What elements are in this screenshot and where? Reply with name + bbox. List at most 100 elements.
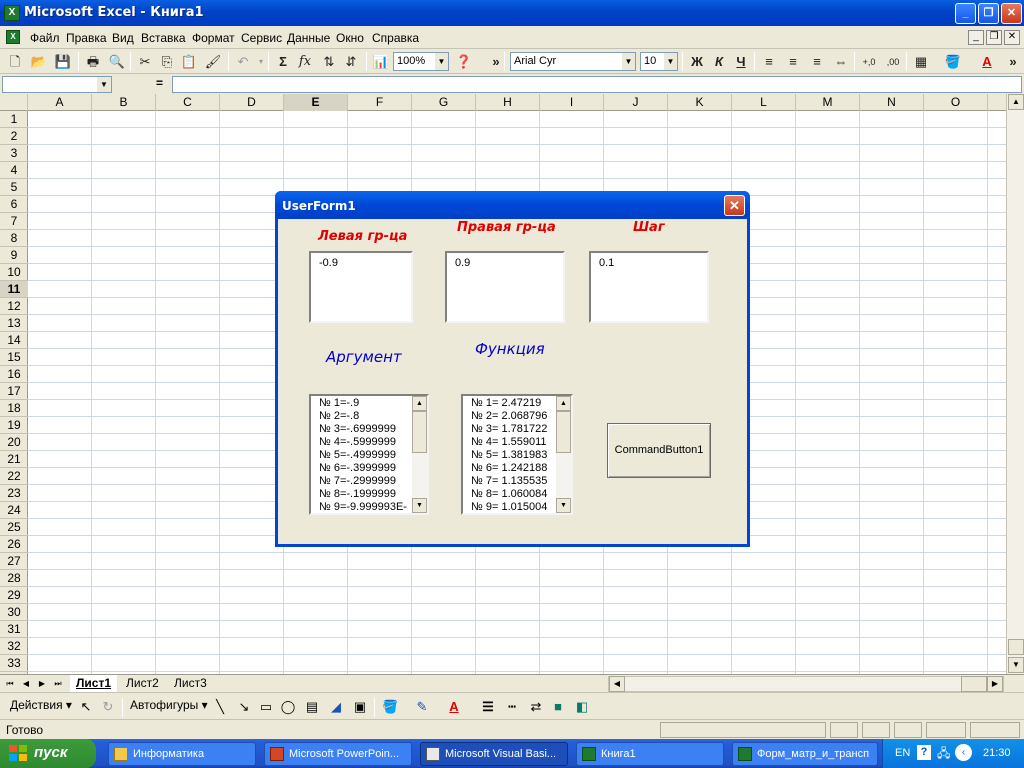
- row-header[interactable]: 20: [0, 434, 28, 451]
- function-list-item[interactable]: № 6= 1.242188: [471, 462, 547, 475]
- step-textbox[interactable]: 0.1: [589, 251, 709, 323]
- row-header[interactable]: 30: [0, 604, 28, 621]
- menu-file[interactable]: Файл: [30, 31, 60, 45]
- doc-minimize-button[interactable]: _: [968, 30, 984, 45]
- userform-titlebar[interactable]: UserForm1 ✕: [275, 191, 750, 219]
- task-kniga1[interactable]: Книга1: [576, 742, 724, 766]
- column-header[interactable]: N: [860, 94, 924, 111]
- rectangle-icon[interactable]: ▭: [258, 699, 274, 715]
- wordart-icon[interactable]: ◢: [328, 699, 344, 715]
- row-header[interactable]: 5: [0, 179, 28, 196]
- chevron-down-icon[interactable]: ▼: [622, 53, 635, 70]
- decrease-decimal-icon[interactable]: ,00: [884, 53, 902, 71]
- argument-list-item[interactable]: № 2=-.8: [319, 410, 407, 423]
- scroll-down-icon[interactable]: ▼: [1008, 657, 1024, 673]
- scroll-up-icon[interactable]: ▲: [412, 396, 427, 411]
- toolbar-overflow-icon[interactable]: »: [1004, 53, 1022, 71]
- row-header[interactable]: 19: [0, 417, 28, 434]
- function-list-item[interactable]: № 1= 2.47219: [471, 397, 547, 410]
- row-header[interactable]: 12: [0, 298, 28, 315]
- font-size-select[interactable]: 10 ▼: [640, 52, 678, 71]
- align-left-icon[interactable]: ≡: [760, 53, 778, 71]
- row-header[interactable]: 25: [0, 519, 28, 536]
- row-header[interactable]: 9: [0, 247, 28, 264]
- dash-style-icon[interactable]: ┅: [504, 699, 520, 715]
- scroll-down-icon[interactable]: ▼: [412, 498, 427, 513]
- open-icon[interactable]: 📂: [30, 53, 48, 71]
- preview-icon[interactable]: 🔍: [108, 53, 126, 71]
- function-list-item[interactable]: № 8= 1.060084: [471, 488, 547, 501]
- line-icon[interactable]: ╲: [212, 699, 228, 715]
- row-header[interactable]: 4: [0, 162, 28, 179]
- font-color-icon[interactable]: A: [446, 699, 462, 715]
- row-header[interactable]: 31: [0, 621, 28, 638]
- column-header[interactable]: O: [924, 94, 988, 111]
- row-header[interactable]: 32: [0, 638, 28, 655]
- menu-edit[interactable]: Правка: [66, 31, 107, 45]
- autosum-icon[interactable]: Σ: [274, 53, 292, 71]
- save-icon[interactable]: 💾: [54, 53, 72, 71]
- scroll-thumb[interactable]: [412, 411, 427, 453]
- font-color-icon[interactable]: A: [978, 53, 996, 71]
- sort-descending-icon[interactable]: ⇵: [342, 53, 360, 71]
- column-header[interactable]: H: [476, 94, 540, 111]
- argument-list-item[interactable]: № 1=-.9: [319, 397, 407, 410]
- help-icon[interactable]: ?: [917, 745, 931, 760]
- network-icon[interactable]: 🖧: [937, 744, 950, 765]
- row-header[interactable]: 29: [0, 587, 28, 604]
- row-header[interactable]: 33: [0, 655, 28, 672]
- minimize-button[interactable]: _: [955, 3, 976, 24]
- argument-list-item[interactable]: № 3=-.6999999: [319, 423, 407, 436]
- row-header[interactable]: 13: [0, 315, 28, 332]
- row-header[interactable]: 21: [0, 451, 28, 468]
- row-header[interactable]: 26: [0, 536, 28, 553]
- italic-button[interactable]: К: [710, 53, 728, 71]
- 3d-icon[interactable]: ◧: [574, 699, 590, 715]
- line-color-icon[interactable]: ✎: [414, 699, 430, 715]
- select-objects-icon[interactable]: ↖: [78, 699, 94, 715]
- name-box[interactable]: ▼: [2, 76, 112, 93]
- insert-function-icon[interactable]: fx: [296, 53, 314, 71]
- workbook-icon[interactable]: X: [6, 30, 20, 44]
- restore-button[interactable]: ❐: [978, 3, 999, 24]
- autoshapes-menu[interactable]: Автофигуры ▾: [130, 698, 208, 712]
- cut-icon[interactable]: ✂: [136, 53, 154, 71]
- underline-button[interactable]: Ч: [732, 53, 750, 71]
- function-list-item[interactable]: № 2= 2.068796: [471, 410, 547, 423]
- column-header[interactable]: E: [284, 94, 348, 111]
- listbox-scrollbar[interactable]: ▲ ▼: [556, 396, 571, 513]
- scroll-left-icon[interactable]: ◀: [609, 676, 625, 692]
- rotate-icon[interactable]: ↻: [100, 699, 116, 715]
- task-informatika[interactable]: Информатика: [108, 742, 256, 766]
- copy-icon[interactable]: ⎘: [158, 53, 176, 71]
- menu-data[interactable]: Данные: [287, 31, 330, 45]
- row-header[interactable]: 8: [0, 230, 28, 247]
- borders-icon[interactable]: ▦: [912, 53, 930, 71]
- select-all-corner[interactable]: [0, 94, 28, 111]
- column-header[interactable]: D: [220, 94, 284, 111]
- scroll-thumb[interactable]: [1008, 639, 1024, 655]
- left-bound-textbox[interactable]: -0.9: [309, 251, 413, 323]
- align-right-icon[interactable]: ≡: [808, 53, 826, 71]
- row-header[interactable]: 18: [0, 400, 28, 417]
- actions-menu[interactable]: Действия ▾: [10, 698, 72, 712]
- argument-list-item[interactable]: № 8=-.1999999: [319, 488, 407, 501]
- prev-sheet-icon[interactable]: ◀: [20, 677, 32, 690]
- paste-icon[interactable]: 📋: [180, 53, 198, 71]
- task-vba[interactable]: Microsoft Visual Basi...: [420, 742, 568, 766]
- column-header[interactable]: K: [668, 94, 732, 111]
- menu-view[interactable]: Вид: [112, 31, 134, 45]
- sort-ascending-icon[interactable]: ⇅: [320, 53, 338, 71]
- menu-window[interactable]: Окно: [336, 31, 364, 45]
- row-header[interactable]: 7: [0, 213, 28, 230]
- fill-color-icon[interactable]: 🪣: [944, 53, 962, 71]
- chevron-left-icon[interactable]: ‹: [955, 744, 972, 761]
- function-list-item[interactable]: № 5= 1.381983: [471, 449, 547, 462]
- next-sheet-icon[interactable]: ▶: [36, 677, 48, 690]
- function-list-item[interactable]: № 4= 1.559011: [471, 436, 547, 449]
- column-header[interactable]: G: [412, 94, 476, 111]
- row-header[interactable]: 2: [0, 128, 28, 145]
- close-button[interactable]: ✕: [1001, 3, 1022, 24]
- last-sheet-icon[interactable]: ⏭: [52, 677, 64, 690]
- fill-color-icon[interactable]: 🪣: [382, 699, 398, 715]
